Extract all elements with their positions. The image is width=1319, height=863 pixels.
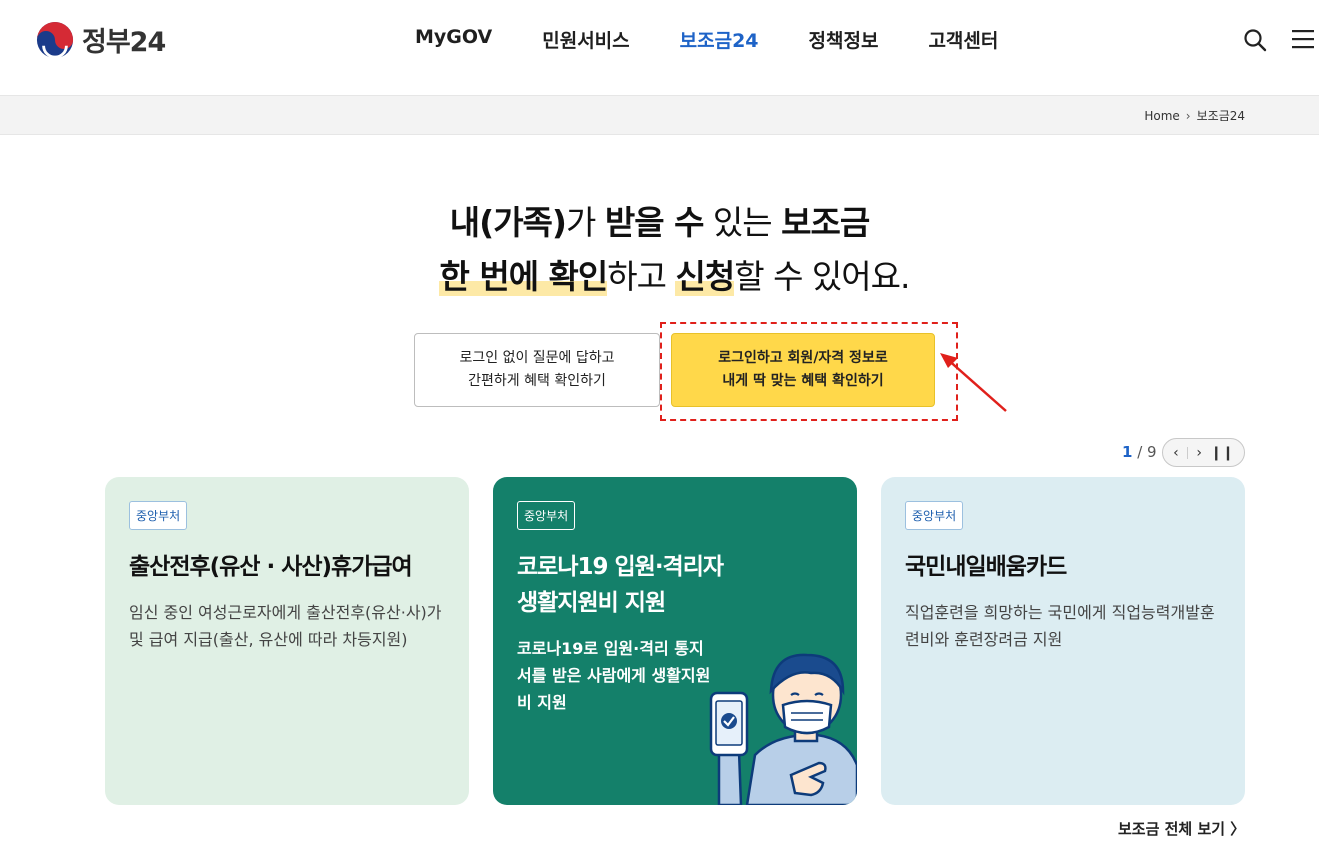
chevron-right-icon: › [1185, 108, 1191, 123]
hero-text: 할 수 있어요. [734, 257, 910, 296]
hero-text: 받을 수 [604, 203, 705, 242]
hero-highlight: 신청 [675, 257, 735, 296]
guest-check-button[interactable]: 로그인 없이 질문에 답하고 간편하게 혜택 확인하기 [414, 333, 660, 407]
breadcrumb-home[interactable]: Home [1144, 109, 1179, 123]
red-arrow-annotation-icon [940, 353, 1007, 412]
subsidy-card-learning-card[interactable]: 중앙부처 국민내일배움카드 직업훈련을 희망하는 국민에게 직업능력개발훈련비와… [881, 477, 1245, 805]
login-button-label: 내게 딱 맞는 혜택 확인하기 [722, 373, 884, 389]
prev-slide-icon[interactable]: ‹ [1173, 445, 1179, 461]
category-badge: 중앙부처 [129, 501, 188, 530]
masked-person-phone-illustration [709, 653, 857, 805]
slide-current: 1 [1122, 443, 1133, 461]
card-description: 직업훈련을 희망하는 국민에게 직업능력개발훈련비와 훈련장려금 지원 [905, 603, 1215, 649]
login-button-label: 로그인하고 회원/자격 정보로 [718, 350, 888, 366]
divider [1187, 446, 1189, 459]
card-title: 출산전후(유산 · 사산)휴가급여 [129, 554, 413, 580]
nav-customer-center[interactable]: 고객센터 [903, 26, 1023, 53]
card-description: 임신 중인 여성근로자에게 출산전후(유산·사)가 및 급여 지급(출산, 유산… [129, 603, 442, 649]
nav-policy-info[interactable]: 정책정보 [784, 26, 904, 53]
slide-controls: ‹ › ❙❙ [1162, 438, 1245, 467]
view-all-subsidies-link[interactable]: 보조금 전체 보기 〉 [1118, 818, 1245, 839]
category-badge: 중앙부처 [517, 501, 576, 530]
hero-text: 하고 [607, 257, 676, 296]
hero-text: 보조금 [781, 203, 870, 242]
breadcrumb: Home › 보조금24 [1144, 107, 1245, 124]
nav-subsidy24[interactable]: 보조금24 [655, 26, 784, 53]
card-title-line: 코로나19 입원·격리자 [517, 554, 724, 580]
pause-icon[interactable]: ❙❙ [1210, 445, 1233, 461]
hero-heading-line1: 내(가족)가 받을 수 있는 보조금 [0, 196, 1319, 244]
breadcrumb-current: 보조금24 [1196, 109, 1245, 123]
subsidy-card-covid-support[interactable]: 중앙부처 코로나19 입원·격리자 생활지원비 지원 코로나19로 입원·격리 … [493, 477, 857, 805]
slide-total: / 9 [1137, 443, 1157, 461]
card-title: 국민내일배움카드 [905, 554, 1067, 580]
slide-counter: 1 / 9 [1122, 443, 1157, 461]
subsidy-card-maternity[interactable]: 중앙부처 출산전후(유산 · 사산)휴가급여 임신 중인 여성근로자에게 출산전… [105, 477, 469, 805]
card-title-line: 생활지원비 지원 [517, 590, 666, 616]
hero-text: 내(가족) [449, 203, 567, 242]
hero-highlight: 한 번에 확인 [439, 257, 608, 296]
breadcrumb-bar: Home › 보조금24 [0, 95, 1319, 135]
hero-text: 가 [566, 203, 605, 242]
card-description: 코로나19로 입원·격리 통지서를 받은 사람에게 생활지원비 지원 [517, 639, 711, 712]
nav-mygov[interactable]: MyGOV [390, 26, 517, 53]
logo-text: 정부24 [82, 27, 166, 58]
hero-heading-line2: 한 번에 확인하고 신청할 수 있어요. [0, 250, 1319, 298]
category-badge: 중앙부처 [905, 501, 964, 530]
card-title: 코로나19 입원·격리자 생활지원비 지원 [517, 549, 837, 621]
menu-icon[interactable] [1292, 29, 1314, 49]
site-header: 정부24 MyGOV 민원서비스 보조금24 정책정보 고객센터 [0, 0, 1319, 95]
next-slide-icon[interactable]: › [1196, 445, 1202, 461]
hero-text: 있는 [703, 203, 782, 242]
taegeuk-logo-icon [36, 21, 74, 58]
nav-civil-service[interactable]: 민원서비스 [517, 26, 654, 53]
guest-button-label: 로그인 없이 질문에 답하고 [459, 350, 615, 366]
search-icon[interactable] [1243, 28, 1267, 52]
guest-button-label: 간편하게 혜택 확인하기 [468, 373, 606, 389]
main-nav: MyGOV 민원서비스 보조금24 정책정보 고객센터 [390, 26, 1023, 53]
login-check-button[interactable]: 로그인하고 회원/자격 정보로 내게 딱 맞는 혜택 확인하기 [671, 333, 935, 407]
site-logo[interactable]: 정부24 [36, 20, 166, 59]
